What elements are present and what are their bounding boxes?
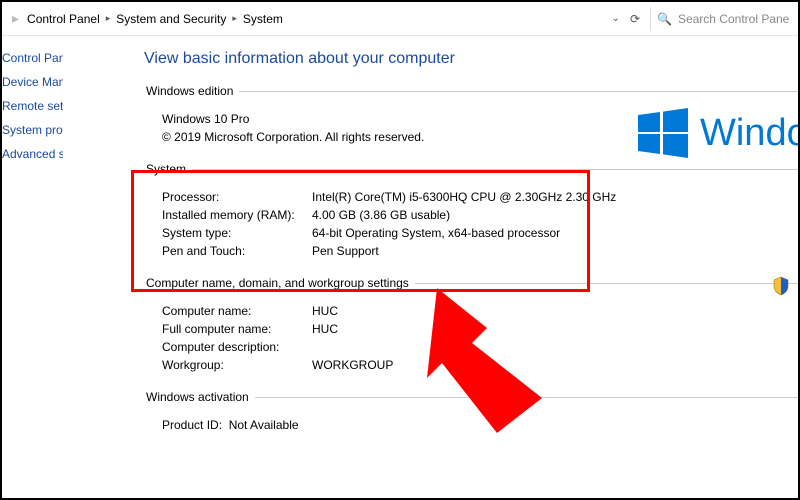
spec-row: System type: 64-bit Operating System, x6… <box>162 226 798 240</box>
chevron-right-icon: ▸ <box>232 13 237 24</box>
sidebar: Control Panel Home Device Manager Remote… <box>2 36 64 498</box>
section-activation: Windows activation Product ID: Not Avail… <box>144 390 798 440</box>
chevron-down-icon[interactable]: ⌄ <box>612 13 620 24</box>
section-legend: Computer name, domain, and workgroup set… <box>144 276 415 290</box>
breadcrumb-item[interactable]: System and Security <box>116 12 226 26</box>
spec-label: Computer description: <box>162 340 312 354</box>
spec-row: Product ID: Not Available <box>162 418 798 432</box>
spec-value: Pen Support <box>312 244 379 258</box>
spec-label: Full computer name: <box>162 322 312 336</box>
spec-row: Installed memory (RAM): 4.00 GB (3.86 GB… <box>162 208 798 222</box>
sidebar-item-device-manager[interactable]: Device Manager <box>2 70 63 94</box>
spec-row: Computer name: HUC <box>162 304 798 318</box>
chevron-right-icon: ▸ <box>10 10 21 27</box>
spec-value: 64-bit Operating System, x64-based proce… <box>312 226 560 240</box>
section-legend: Windows edition <box>144 84 239 98</box>
search-placeholder: Search Control Panel <box>678 12 790 26</box>
spec-row: Workgroup: WORKGROUP <box>162 358 798 372</box>
spec-label: Processor: <box>162 190 312 204</box>
spec-row: Computer description: <box>162 340 798 354</box>
section-computer-name: Computer name, domain, and workgroup set… <box>144 276 798 380</box>
address-bar-controls: ⌄ ⟳ 🔍 Search Control Panel <box>612 7 790 31</box>
section-legend: Windows activation <box>144 390 255 404</box>
sidebar-item-home[interactable]: Control Panel Home <box>2 46 63 70</box>
shield-icon <box>772 276 790 296</box>
spec-value: Intel(R) Core(TM) i5-6300HQ CPU @ 2.30GH… <box>312 190 616 204</box>
breadcrumb-item[interactable]: System <box>243 12 283 26</box>
spec-label: Installed memory (RAM): <box>162 208 312 222</box>
spec-value: HUC <box>312 322 338 336</box>
spec-label: Product ID: <box>162 418 222 432</box>
windows-icon <box>638 108 688 158</box>
spec-row: Pen and Touch: Pen Support <box>162 244 798 258</box>
section-legend: System <box>144 162 192 176</box>
spec-value: WORKGROUP <box>312 358 393 372</box>
search-icon: 🔍 <box>657 12 672 26</box>
address-bar: ▸ Control Panel ▸ System and Security ▸ … <box>2 2 798 36</box>
sidebar-item-remote-settings[interactable]: Remote settings <box>2 94 63 118</box>
sidebar-item-advanced-settings[interactable]: Advanced system settings <box>2 142 63 166</box>
spec-row: Processor: Intel(R) Core(TM) i5-6300HQ C… <box>162 190 798 204</box>
refresh-icon[interactable]: ⟳ <box>630 12 640 26</box>
spec-row: Full computer name: HUC <box>162 322 798 336</box>
search-input[interactable]: 🔍 Search Control Panel <box>650 7 790 31</box>
windows-brand-text: Windows <box>700 112 798 155</box>
content-pane: View basic information about your comput… <box>64 36 798 498</box>
windows-edition-name: Windows 10 Pro <box>162 112 249 126</box>
windows-copyright: © 2019 Microsoft Corporation. All rights… <box>162 130 424 144</box>
spec-value: HUC <box>312 304 338 318</box>
chevron-right-icon: ▸ <box>106 13 111 24</box>
spec-value: 4.00 GB (3.86 GB usable) <box>312 208 450 222</box>
spec-label: Computer name: <box>162 304 312 318</box>
breadcrumb-item[interactable]: Control Panel <box>27 12 100 26</box>
spec-value: Not Available <box>229 418 299 432</box>
spec-label: Workgroup: <box>162 358 312 372</box>
page-title: View basic information about your comput… <box>144 50 798 68</box>
windows-logo: Windows <box>638 108 798 158</box>
sidebar-item-system-protection[interactable]: System protection <box>2 118 63 142</box>
spec-label: Pen and Touch: <box>162 244 312 258</box>
breadcrumb: Control Panel ▸ System and Security ▸ Sy… <box>27 12 606 26</box>
section-system: System Processor: Intel(R) Core(TM) i5-6… <box>144 162 798 266</box>
spec-label: System type: <box>162 226 312 240</box>
